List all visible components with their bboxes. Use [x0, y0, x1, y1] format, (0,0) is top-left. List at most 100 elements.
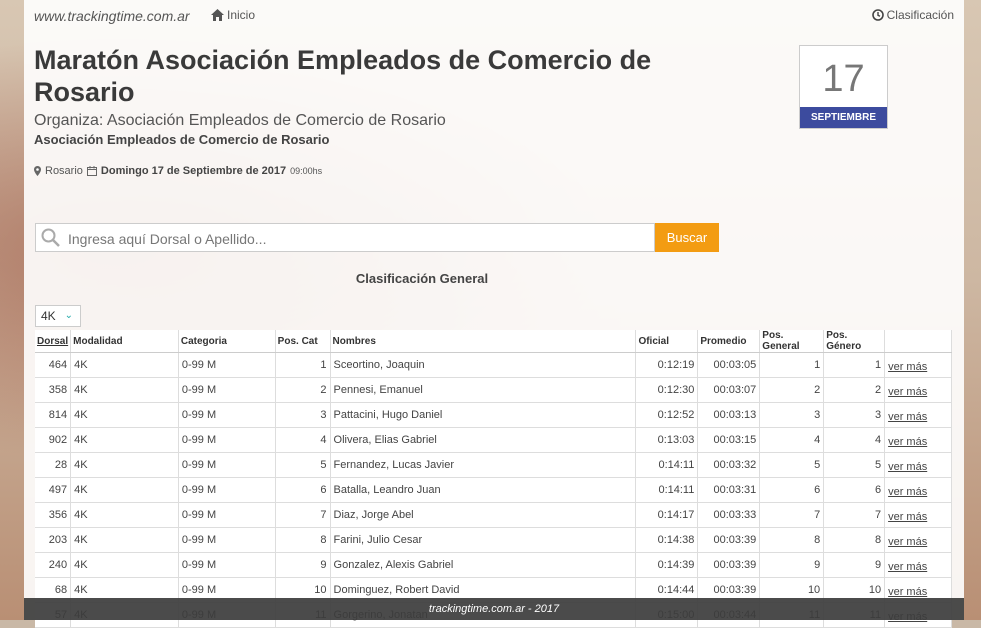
column-header[interactable]: Dorsal — [35, 330, 72, 353]
table-row: 358 4K 0-99 M 2 Pennesi, Emanuel 0:12:30 00:03… — [35, 377, 952, 403]
categoria-cell: 0-99 M — [178, 477, 276, 503]
nombre-cell: Olivera, Elias Gabriel — [330, 427, 637, 453]
nombre-cell: Diaz, Jorge Abel — [330, 502, 637, 528]
oficial-cell: 0:12:52 — [635, 402, 699, 428]
table-header-row: Dorsal Modalidad Categoria Pos. Cat Nomb… — [35, 330, 952, 353]
categoria-cell: 0-99 M — [178, 452, 276, 478]
pos-cat-cell: 8 — [275, 527, 331, 553]
modalidad-cell: 4K — [70, 377, 179, 403]
ver-mas-link[interactable]: ver más — [888, 561, 927, 573]
footer: trackingtime.com.ar - 2017 — [24, 598, 964, 620]
oficial-cell: 0:12:19 — [635, 352, 699, 378]
date-month: SEPTIEMBRE — [800, 107, 887, 128]
date-day: 17 — [822, 58, 865, 100]
home-icon — [211, 9, 224, 21]
categoria-cell: 0-99 M — [178, 402, 276, 428]
event-location: Rosario — [45, 165, 83, 177]
column-header[interactable]: Nombres — [330, 330, 637, 353]
promedio-cell: 00:03:39 — [697, 552, 761, 578]
modalidad-cell: 4K — [70, 552, 179, 578]
event-time: 09:00hs — [290, 166, 323, 176]
categoria-cell: 0-99 M — [178, 552, 276, 578]
nav-clasificacion-label: Clasificación — [886, 8, 954, 22]
ver-mas-link[interactable]: ver más — [888, 386, 927, 398]
oficial-cell: 0:14:17 — [635, 502, 699, 528]
pos-general-cell: 7 — [759, 502, 825, 528]
clock-icon — [871, 9, 884, 21]
categoria-cell: 0-99 M — [178, 377, 276, 403]
nombre-cell: Farini, Julio Cesar — [330, 527, 637, 553]
pos-general-cell: 6 — [759, 477, 825, 503]
promedio-cell: 00:03:07 — [697, 377, 761, 403]
ver-mas-cell: ver más — [884, 402, 952, 428]
results-table: Dorsal Modalidad Categoria Pos. Cat Nomb… — [35, 330, 952, 628]
ver-mas-cell: ver más — [884, 352, 952, 378]
dorsal-cell: 358 — [35, 377, 72, 403]
nombre-cell: Batalla, Leandro Juan — [330, 477, 637, 503]
dorsal-cell: 497 — [35, 477, 72, 503]
column-header[interactable]: Oficial — [635, 330, 699, 353]
ver-mas-link[interactable]: ver más — [888, 511, 927, 523]
event-title: Maratón Asociación Empleados de Comercio… — [34, 45, 652, 107]
oficial-cell: 0:14:11 — [635, 477, 699, 503]
nombre-cell: Fernandez, Lucas Javier — [330, 452, 637, 478]
modalidad-cell: 4K — [70, 402, 179, 428]
column-header[interactable]: Categoria — [178, 330, 276, 353]
top-navbar: www.trackingtime.com.ar Inicio Clasifica… — [24, 0, 964, 32]
brand-link[interactable]: www.trackingtime.com.ar — [34, 8, 190, 24]
dorsal-cell: 814 — [35, 402, 72, 428]
map-marker-icon — [34, 166, 41, 176]
distance-select[interactable]: 4K ⌄ — [35, 305, 81, 327]
table-row: 464 4K 0-99 M 1 Sceortino, Joaquin 0:12:19 00:… — [35, 352, 952, 378]
nav-home-link[interactable]: Inicio — [211, 8, 255, 22]
modalidad-cell: 4K — [70, 452, 179, 478]
categoria-cell: 0-99 M — [178, 427, 276, 453]
dorsal-cell: 28 — [35, 452, 72, 478]
search-icon — [41, 228, 60, 247]
table-row: 814 4K 0-99 M 3 Pattacini, Hugo Daniel 0:12:5… — [35, 402, 952, 428]
distance-select-value: 4K — [41, 309, 56, 323]
pos-general-cell: 2 — [759, 377, 825, 403]
chevron-down-icon: ⌄ — [64, 310, 73, 321]
dorsal-cell: 464 — [35, 352, 72, 378]
promedio-cell: 00:03:13 — [697, 402, 761, 428]
event-meta: Rosario Domingo 17 de Septiembre de 2017… — [34, 165, 322, 177]
oficial-cell: 0:14:11 — [635, 452, 699, 478]
modalidad-cell: 4K — [70, 352, 179, 378]
search-box — [35, 223, 655, 253]
pos-cat-cell: 4 — [275, 427, 331, 453]
dorsal-cell: 902 — [35, 427, 72, 453]
column-header[interactable]: Modalidad — [70, 330, 179, 353]
column-header[interactable]: Pos. Género — [823, 330, 886, 353]
ver-mas-link[interactable]: ver más — [888, 486, 927, 498]
pos-cat-cell: 9 — [275, 552, 331, 578]
pos-genero-cell: 3 — [823, 402, 886, 428]
pos-genero-cell: 8 — [823, 527, 886, 553]
ver-mas-link[interactable]: ver más — [888, 536, 927, 548]
modalidad-cell: 4K — [70, 527, 179, 553]
column-header[interactable]: Pos. General — [759, 330, 825, 353]
ver-mas-link[interactable]: ver más — [888, 461, 927, 473]
ver-mas-cell: ver más — [884, 502, 952, 528]
ver-mas-link[interactable]: ver más — [888, 586, 927, 598]
nombre-cell: Pennesi, Emanuel — [330, 377, 637, 403]
pos-cat-cell: 5 — [275, 452, 331, 478]
modalidad-cell: 4K — [70, 477, 179, 503]
nombre-cell: Sceortino, Joaquin — [330, 352, 637, 378]
nav-clasificacion-link[interactable]: Clasificación — [871, 8, 954, 22]
pos-genero-cell: 5 — [823, 452, 886, 478]
pos-general-cell: 8 — [759, 527, 825, 553]
ver-mas-link[interactable]: ver más — [888, 361, 927, 373]
ver-mas-link[interactable]: ver más — [888, 436, 927, 448]
search-button[interactable]: Buscar — [655, 223, 719, 252]
categoria-cell: 0-99 M — [178, 527, 276, 553]
pos-cat-cell: 2 — [275, 377, 331, 403]
search-input[interactable] — [66, 224, 650, 253]
column-header[interactable]: Pos. Cat — [275, 330, 331, 353]
pos-general-cell: 3 — [759, 402, 825, 428]
oficial-cell: 0:13:03 — [635, 427, 699, 453]
nav-home-label: Inicio — [227, 8, 256, 22]
ver-mas-link[interactable]: ver más — [888, 411, 927, 423]
column-header[interactable]: Promedio — [697, 330, 761, 353]
results-page: www.trackingtime.com.ar Inicio Clasifica… — [24, 0, 964, 628]
